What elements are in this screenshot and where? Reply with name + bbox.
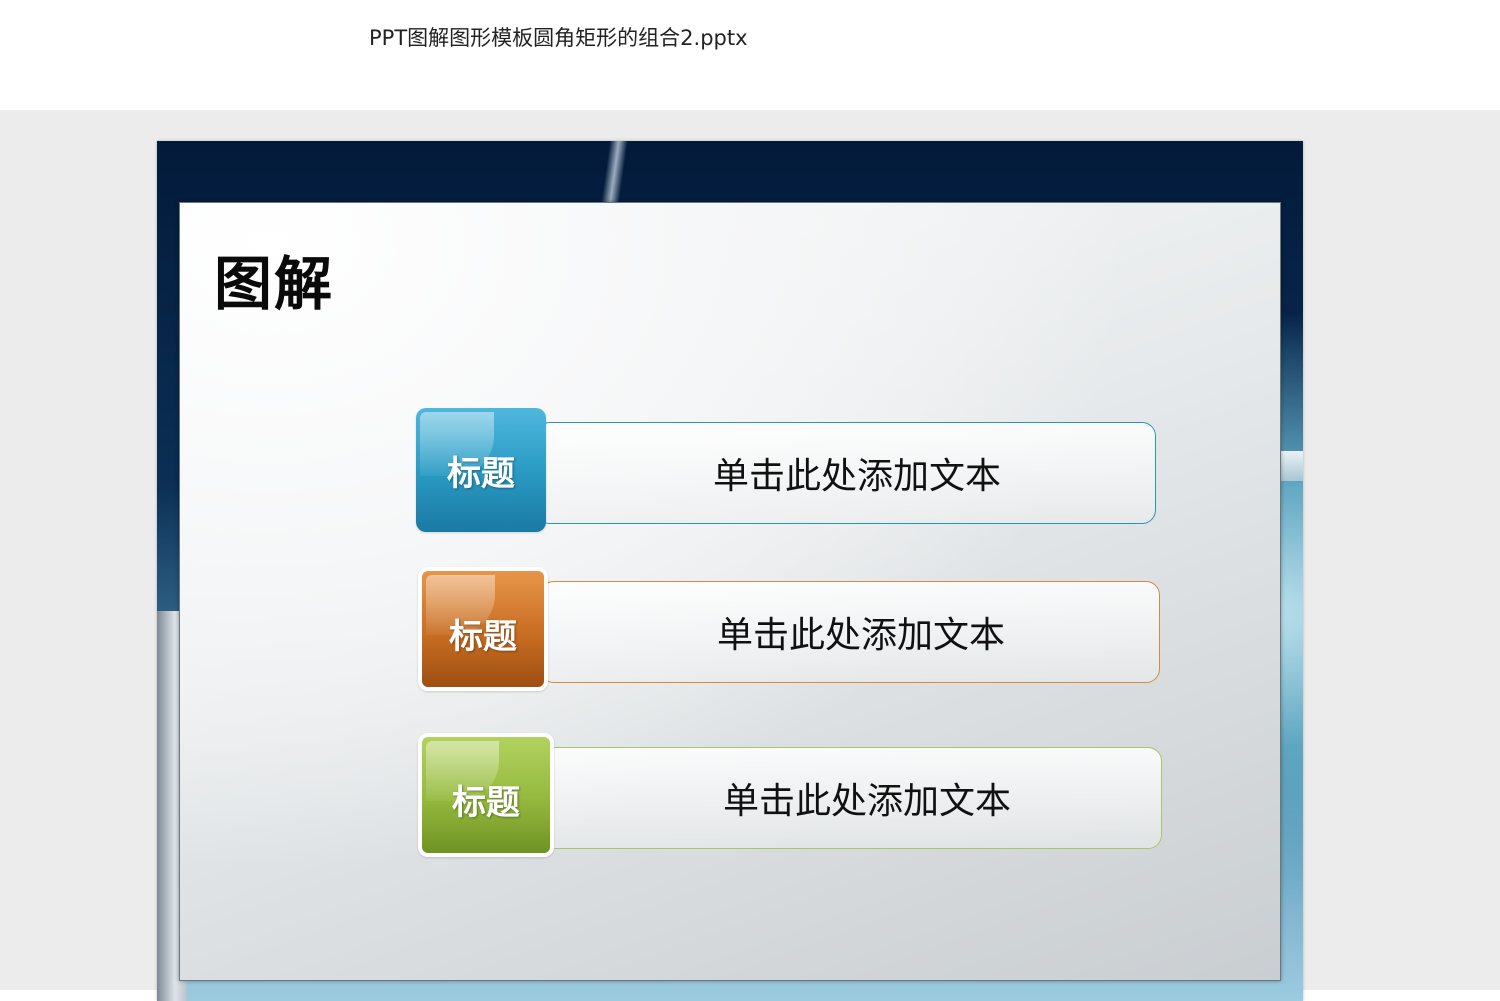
slide: 图解 单击此处添加文本 标题 单击此处添加文本 标题 单击此处添加文本 标题 — [157, 141, 1303, 1001]
badge-label: 标题 — [449, 617, 517, 657]
document-header: PPT图解图形模板圆角矩形的组合2.pptx — [0, 0, 1500, 110]
placeholder-text: 单击此处添加文本 — [723, 781, 1012, 822]
slide-title: 图解 — [214, 250, 335, 318]
title-badge: 标题 — [416, 408, 546, 532]
text-bar: 单击此处添加文本 — [540, 581, 1160, 683]
placeholder-text: 单击此处添加文本 — [717, 615, 1006, 656]
title-badge: 标题 — [418, 733, 554, 857]
badge-label: 标题 — [452, 783, 520, 823]
badge-label: 标题 — [447, 454, 515, 494]
content-panel: 图解 单击此处添加文本 标题 单击此处添加文本 标题 单击此处添加文本 标题 — [179, 202, 1281, 981]
placeholder-text: 单击此处添加文本 — [713, 456, 1002, 497]
background-right-shape — [1279, 451, 1303, 481]
text-bar: 单击此处添加文本 — [536, 422, 1156, 524]
file-title: PPT图解图形模板圆角矩形的组合2.pptx — [369, 26, 748, 50]
title-badge: 标题 — [418, 567, 548, 691]
text-bar: 单击此处添加文本 — [542, 747, 1162, 849]
